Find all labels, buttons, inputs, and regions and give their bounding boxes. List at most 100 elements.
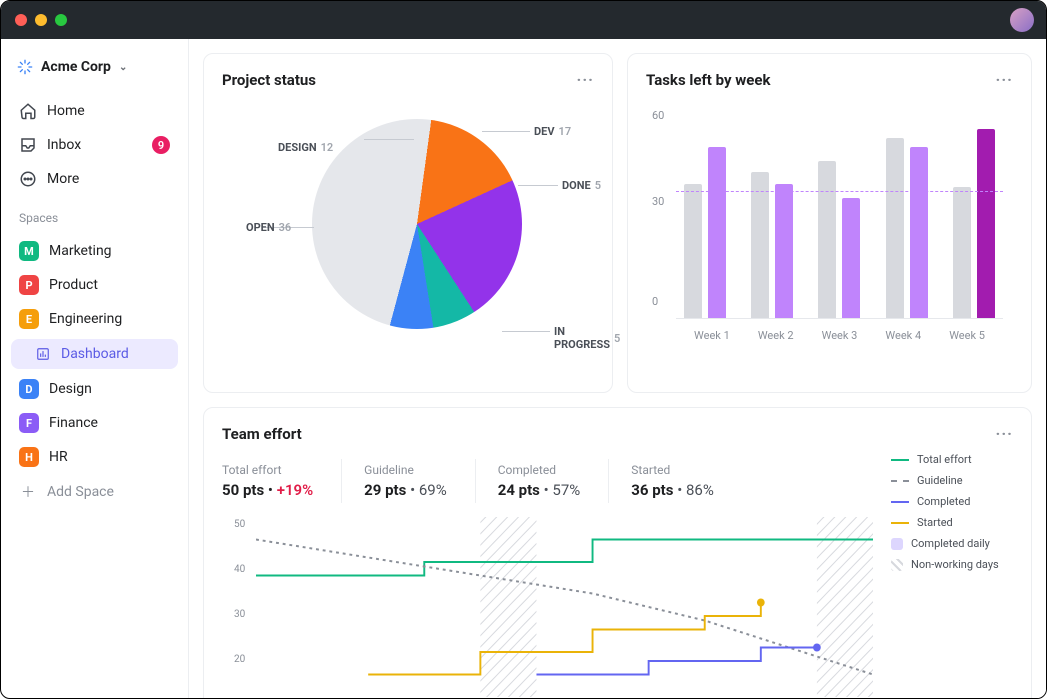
y-tick: 40 (234, 564, 245, 575)
space-label: Marketing (49, 243, 112, 259)
card-menu-button[interactable]: ··· (996, 424, 1013, 443)
minimize-window-icon[interactable] (35, 14, 47, 26)
card-title: Project status (222, 71, 316, 89)
bar-group (886, 138, 928, 318)
bar-x-labels: Week 1 Week 2 Week 3 Week 4 Week 5 (676, 329, 1003, 342)
add-space-label: Add Space (47, 484, 114, 500)
bar (886, 138, 904, 318)
leader-line (364, 139, 414, 140)
space-product[interactable]: P Product (11, 269, 178, 301)
leader-line (502, 331, 550, 332)
bar-group (684, 147, 726, 318)
home-icon (19, 102, 37, 120)
app-window: Acme Corp ⌄ Home Inbox 9 More Spaces M M… (0, 0, 1047, 699)
leader-line (518, 185, 558, 186)
bar (842, 198, 860, 318)
bar-x-label: Week 1 (694, 329, 730, 342)
card-title: Tasks left by week (646, 71, 770, 89)
inbox-badge: 9 (152, 136, 170, 154)
card-menu-button[interactable]: ··· (996, 70, 1013, 89)
titlebar (1, 1, 1046, 39)
bar-x-label: Week 5 (949, 329, 985, 342)
nav-home-label: Home (47, 103, 85, 119)
pie-graphic (312, 119, 522, 329)
maximize-window-icon[interactable] (55, 14, 67, 26)
legend-total: Total effort (891, 453, 1013, 466)
space-icon: H (19, 447, 39, 467)
close-window-icon[interactable] (15, 14, 27, 26)
space-marketing[interactable]: M Marketing (11, 235, 178, 267)
line-plot: 50 40 30 20 (222, 517, 873, 697)
bar (977, 129, 995, 318)
main-content: Project status ··· DESIGN12 DEV17 DONE (189, 39, 1046, 698)
card-title: Team effort (222, 425, 302, 443)
y-tick: 50 (234, 519, 245, 530)
bar-group (818, 161, 860, 318)
add-space-button[interactable]: ＋ Add Space (11, 475, 178, 509)
nav-more-label: More (47, 171, 79, 187)
workspace-logo-icon (17, 59, 33, 75)
bar-x-label: Week 2 (758, 329, 794, 342)
space-engineering[interactable]: E Engineering (11, 303, 178, 335)
dashboard-icon (35, 346, 51, 362)
nav-home[interactable]: Home (11, 95, 178, 127)
line-chart: 50 40 30 20 (222, 517, 873, 697)
bar-group (751, 172, 793, 318)
space-label: HR (49, 449, 68, 465)
card-menu-button[interactable]: ··· (577, 70, 594, 89)
card-project-status: Project status ··· DESIGN12 DEV17 DONE (203, 53, 613, 393)
space-label: Product (49, 277, 98, 293)
space-icon: P (19, 275, 39, 295)
threshold-line (676, 191, 1003, 192)
inbox-icon (19, 136, 37, 154)
spaces-section-label: Spaces (11, 197, 178, 233)
legend-completed: Completed (891, 495, 1013, 508)
space-label: Finance (49, 415, 98, 431)
nav-inbox[interactable]: Inbox 9 (11, 129, 178, 161)
space-design[interactable]: D Design (11, 373, 178, 405)
y-tick: 20 (234, 654, 245, 665)
space-hr[interactable]: H HR (11, 441, 178, 473)
bar (751, 172, 769, 318)
pie-chart: DESIGN12 DEV17 DONE5 IN PROGRESS5 OPEN36 (222, 99, 594, 369)
bar (708, 147, 726, 318)
sidebar: Acme Corp ⌄ Home Inbox 9 More Spaces M M… (1, 39, 189, 698)
pie-label-dev: DEV17 (534, 125, 571, 138)
bar-chart: 60 30 0 Week 1Week 2Week 3Week 4Week 5 (646, 99, 1013, 369)
user-avatar[interactable] (1010, 8, 1034, 32)
pie-label-open: OPEN36 (246, 221, 291, 234)
metric-guideline: Guideline 29 pts • 69% (341, 459, 475, 503)
bar (953, 187, 971, 318)
workspace-name: Acme Corp (41, 59, 111, 75)
bar (775, 184, 793, 318)
pie-label-inprogress: IN PROGRESS5 (554, 325, 620, 351)
legend: Total effort Guideline Completed Started… (873, 453, 1013, 697)
nav-inbox-label: Inbox (47, 137, 81, 153)
space-icon: F (19, 413, 39, 433)
space-label: Design (49, 381, 92, 397)
nav-more[interactable]: More (11, 163, 178, 195)
metric-completed: Completed 24 pts • 57% (475, 459, 609, 503)
bar (910, 147, 928, 318)
space-icon: D (19, 379, 39, 399)
bar-x-label: Week 3 (822, 329, 858, 342)
y-tick: 60 (652, 109, 664, 122)
space-icon: M (19, 241, 39, 261)
bars-plot (676, 119, 1003, 319)
plus-icon: ＋ (19, 483, 37, 501)
legend-nonworking: Non-working days (891, 558, 1013, 571)
y-tick: 0 (652, 295, 658, 308)
metrics-row: Total effort 50 pts • +19% Guideline 29 … (222, 459, 873, 503)
bar-group (953, 129, 995, 318)
chevron-down-icon: ⌄ (119, 62, 127, 73)
space-label: Engineering (49, 311, 122, 327)
metric-total-effort: Total effort 50 pts • +19% (222, 459, 341, 503)
space-finance[interactable]: F Finance (11, 407, 178, 439)
window-controls (15, 14, 67, 26)
workspace-switcher[interactable]: Acme Corp ⌄ (11, 55, 178, 79)
sidebar-item-dashboard[interactable]: Dashboard (11, 339, 178, 369)
legend-completed-daily: Completed daily (891, 537, 1013, 550)
bar-x-label: Week 4 (885, 329, 921, 342)
pie-label-done: DONE5 (562, 179, 601, 192)
y-tick: 30 (234, 609, 245, 620)
